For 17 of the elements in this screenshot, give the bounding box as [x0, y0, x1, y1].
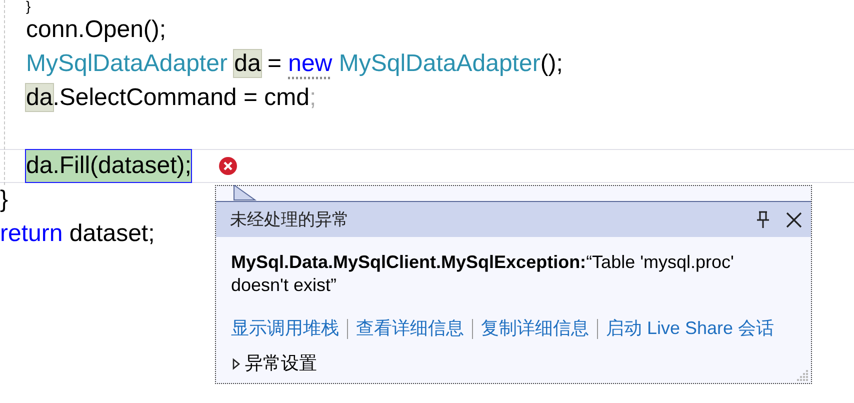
- code-line: }: [0, 185, 8, 215]
- expander-icon[interactable]: [231, 358, 241, 370]
- code-line: da.SelectCommand = cmd;: [26, 83, 316, 113]
- popup-link[interactable]: 显示调用堆栈: [231, 315, 339, 342]
- popup-link[interactable]: 查看详细信息: [356, 315, 464, 342]
- code-line: conn.Open();: [26, 15, 166, 45]
- popup-title: 未经处理的异常: [230, 208, 350, 231]
- code-line: return dataset;: [0, 219, 155, 249]
- resize-grip-icon[interactable]: [797, 369, 809, 381]
- popup-link[interactable]: 启动 Live Share 会话: [606, 315, 774, 342]
- close-icon[interactable]: [785, 210, 803, 228]
- exception-message: MySql.Data.MySqlClient.MySqlException:“Table 'mysql.proc' doesn't exist”: [230, 251, 735, 297]
- code-line: MySqlDataAdapter da = new MySqlDataAdapter();: [26, 49, 563, 79]
- pin-icon[interactable]: [755, 210, 771, 230]
- code-line: }: [26, 0, 31, 13]
- popup-link[interactable]: 复制详细信息: [481, 315, 589, 342]
- exception-settings-toggle[interactable]: 异常设置: [245, 350, 317, 377]
